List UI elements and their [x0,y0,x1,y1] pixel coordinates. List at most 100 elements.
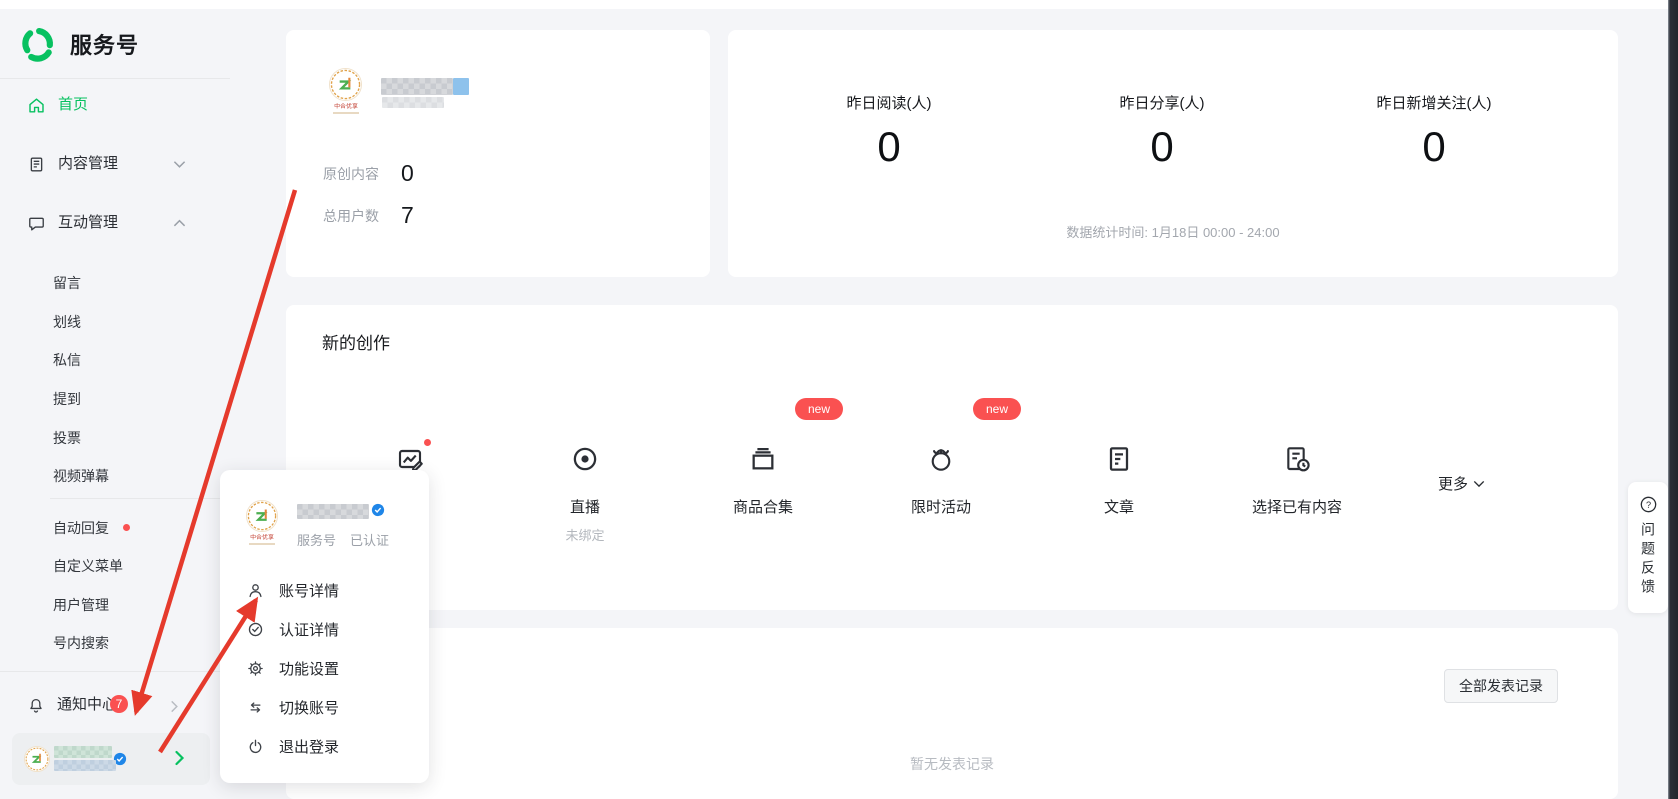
stat-label: 总用户数 [323,206,383,226]
creation-item-label: 限时活动 [866,496,1016,517]
verified-badge-icon [371,503,385,517]
feedback-tab[interactable]: ? 问题反馈 [1628,482,1668,613]
document-clock-icon [1281,443,1313,475]
new-badge: new [795,398,843,420]
stat-label: 昨日阅读(人) [769,92,1009,113]
stacked-box-icon [747,443,779,475]
sidebar-item-content-mgmt[interactable]: 内容管理 [27,154,118,174]
account-type: 服务号 [297,530,336,549]
sidebar-account-row[interactable] [12,733,210,785]
creation-item-sub: 未绑定 [510,525,660,544]
screen-edge-strip [1668,0,1678,799]
sidebar-subitem-comments[interactable]: 留言 [53,274,81,292]
more-label: 更多 [1438,473,1468,494]
total-users-stat: 总用户数 7 [323,202,414,229]
sidebar-subitem-auto-reply[interactable]: 自动回复 [53,519,109,537]
check-circle-icon [246,620,265,639]
chevron-down-icon[interactable] [173,160,186,169]
menu-item-logout[interactable]: 退出登录 [246,736,339,757]
sidebar-subitem-video-danmu[interactable]: 视频弹幕 [53,467,109,485]
account-avatar: 中合优享 [246,500,278,545]
all-publish-records-button[interactable]: 全部发表记录 [1444,669,1558,703]
creation-item-existing-content[interactable]: 选择已有内容 [1222,443,1372,517]
account-summary-card: 中合优享 原创内容 0 总用户数 7 [286,30,710,277]
publish-records-card: 全部发表记录 暂无发表记录 [286,628,1618,799]
account-avatar: 中合优享 [329,68,362,114]
sidebar-item-label: 互动管理 [58,213,118,233]
menu-item-function-settings[interactable]: 功能设置 [246,658,339,679]
blurred-account-subtext [382,97,444,108]
document-icon [27,155,46,174]
menu-item-label: 认证详情 [279,619,339,640]
original-content-stat: 原创内容 0 [323,160,414,187]
sidebar-subitem-custom-menu[interactable]: 自定义菜单 [53,557,123,575]
verified-status: 已认证 [350,530,389,549]
creation-item-article[interactable]: 文章 [1044,443,1194,517]
chevron-down-icon [1473,480,1485,488]
sidebar-item-label: 首页 [58,95,88,115]
sidebar-item-label: 内容管理 [58,154,118,174]
sidebar-subitem-underline[interactable]: 划线 [53,313,81,331]
menu-item-switch-account[interactable]: 切换账号 [246,697,339,718]
top-window-strip [0,0,1678,9]
blurred-account-name [297,504,369,519]
account-avatar [24,746,50,772]
creation-item-product-collection[interactable]: 商品合集 [688,443,838,517]
chevron-right-icon[interactable] [170,700,179,713]
stat-label: 昨日分享(人) [1042,92,1282,113]
sidebar-subitem-label: 自动回复 [53,520,109,536]
menu-item-label: 切换账号 [279,697,339,718]
notification-dot [424,439,431,446]
question-circle-icon: ? [1638,494,1659,515]
sidebar-item-home[interactable]: 首页 [27,95,88,115]
sidebar-item-label: 通知中心 [57,695,117,715]
creation-item-limited-activity[interactable]: 限时活动 [866,443,1016,517]
avatar-caption-line [333,112,359,114]
card-title: 新的创作 [322,329,390,354]
creation-item-label: 直播 [510,496,660,517]
gear-icon [246,659,265,678]
person-icon [246,581,265,600]
stat-value: 0 [401,160,414,187]
creation-item-label: 文章 [1044,496,1194,517]
menu-item-label: 账号详情 [279,580,339,601]
app-title: 服务号 [70,28,139,60]
sidebar-subitem-user-mgmt[interactable]: 用户管理 [53,596,109,614]
switch-arrows-icon [246,698,265,717]
stats-time-range: 数据统计时间: 1月18日 00:00 - 24:00 [728,222,1618,241]
sidebar-subitem-account-search[interactable]: 号内搜索 [53,634,109,652]
sidebar-subitem-private-msg[interactable]: 私信 [53,351,81,369]
stat-value: 0 [1042,123,1282,171]
sidebar-divider [0,671,230,672]
menu-item-label: 功能设置 [279,658,339,679]
sidebar: 服务号 首页 内容管理 互动管理 留言 划线 [0,9,250,799]
avatar-caption: 中合优享 [334,104,358,111]
menu-item-label: 退出登录 [279,736,339,757]
record-circle-icon [569,443,601,475]
blurred-account-name [381,78,453,95]
sidebar-item-interact-mgmt[interactable]: 互动管理 [27,213,118,233]
new-badge: new [973,398,1021,420]
sidebar-divider [0,78,230,79]
stat-value: 7 [401,202,414,229]
chevron-up-icon[interactable] [173,219,186,228]
app-logo: 服务号 [20,26,139,62]
sidebar-subitem-mentions[interactable]: 提到 [53,390,81,408]
blurred-account-subtext [54,760,116,771]
more-button[interactable]: 更多 [1438,473,1485,494]
sidebar-divider [50,498,220,499]
menu-item-account-details[interactable]: 账号详情 [246,580,339,601]
article-icon [1103,443,1135,475]
notification-dot [123,524,130,531]
avatar-caption: 中合优享 [250,535,274,542]
blurred-account-name-tail [453,78,469,95]
menu-item-verification-details[interactable]: 认证详情 [246,619,339,640]
creation-item-live[interactable]: 直播 未绑定 [510,443,660,544]
sidebar-subitem-votes[interactable]: 投票 [53,429,81,447]
feedback-label: 问题反馈 [1638,522,1658,598]
notice-badge: 7 [110,695,128,713]
sidebar-item-notice-center[interactable]: 通知中心 [27,695,117,715]
power-icon [246,737,265,756]
chevron-right-green-icon[interactable] [174,750,185,766]
stat-value: 0 [1314,123,1554,171]
